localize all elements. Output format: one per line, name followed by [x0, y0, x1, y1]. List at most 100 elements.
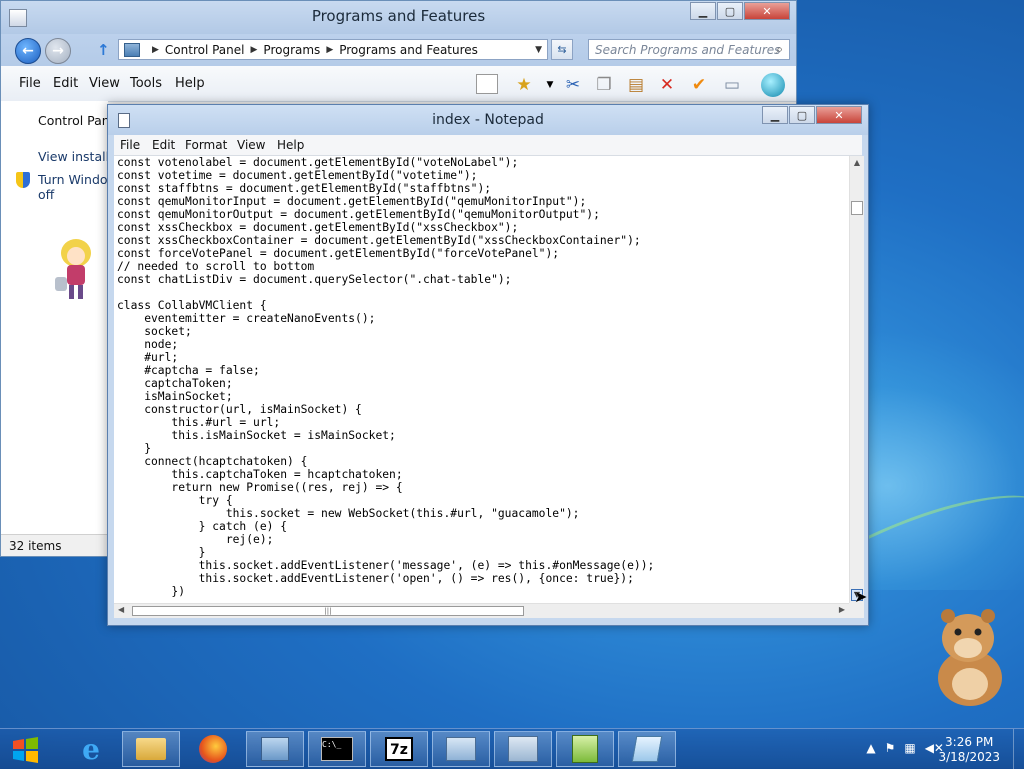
maximize-button[interactable]: ▢ — [789, 106, 815, 124]
close-button[interactable]: ✕ — [816, 106, 862, 124]
chevron-down-icon[interactable]: ▼ — [535, 45, 542, 55]
notepad-caption-buttons: ▁ ▢ ✕ — [761, 106, 862, 124]
address-bar[interactable]: ▶ Control Panel ▶ Programs ▶ Programs an… — [118, 39, 548, 60]
maximize-button[interactable]: ▢ — [717, 2, 743, 20]
breadcrumb-control-panel[interactable]: Control Panel — [165, 43, 245, 57]
code-line: const qemuMonitorInput = document.getEle… — [117, 195, 587, 208]
breadcrumb-programs-features[interactable]: Programs and Features — [339, 43, 478, 57]
mascot-girl-icon — [55, 239, 91, 299]
breadcrumb-programs[interactable]: Programs — [263, 43, 320, 57]
menu-help[interactable]: Help — [277, 138, 304, 152]
notepad-text-area[interactable]: const votenolabel = document.getElementB… — [114, 156, 849, 603]
properties-icon[interactable]: ▭ — [721, 74, 743, 96]
horizontal-scroll-thumb[interactable]: ||| — [132, 606, 524, 616]
cp-window-title: Programs and Features — [311, 7, 486, 25]
refresh-button[interactable]: ⇆ — [551, 39, 573, 60]
code-line: const xssCheckboxContainer = document.ge… — [117, 234, 641, 247]
code-line: connect(hcaptchatoken) { — [117, 455, 308, 468]
code-line: const xssCheckbox = document.getElementB… — [117, 221, 519, 234]
cp-caption-buttons: ▁ ▢ ✕ — [689, 2, 790, 20]
horizontal-scrollbar[interactable]: ◀ ||| ▶ — [114, 603, 849, 618]
scroll-right-arrow-icon[interactable]: ▶ — [839, 605, 845, 614]
notepad-titlebar[interactable]: index - Notepad ▁ ▢ ✕ — [108, 105, 868, 135]
code-line: rej(e); — [117, 533, 274, 546]
menu-edit[interactable]: Edit — [152, 138, 175, 152]
search-icon[interactable]: ⌕ — [776, 42, 783, 57]
network-status-icon[interactable]: ▦ — [904, 741, 915, 755]
code-line: class CollabVMClient { — [117, 299, 267, 312]
system-clock[interactable]: 3:26 PM 3/18/2023 — [938, 735, 1000, 765]
command-prompt-icon[interactable]: C:\_ — [308, 731, 366, 767]
action-center-flag-icon[interactable]: ⚑ — [885, 741, 896, 755]
vertical-scrollbar[interactable]: ▲ ▼ — [849, 156, 864, 603]
menu-view[interactable]: View — [89, 76, 120, 91]
menu-view[interactable]: View — [237, 138, 265, 152]
menu-tools[interactable]: Tools — [130, 76, 162, 91]
clock-date: 3/18/2023 — [938, 750, 1000, 764]
copy-icon[interactable]: ❐ — [593, 74, 615, 96]
show-desktop-button[interactable] — [1013, 729, 1024, 769]
control-panel-icon — [124, 42, 140, 57]
notepad-window[interactable]: index - Notepad ▁ ▢ ✕ File Edit Format V… — [107, 104, 869, 626]
cut-icon[interactable]: ✂ — [562, 74, 584, 96]
turn-windows-features-link-cont[interactable]: off — [38, 187, 54, 202]
code-line: constructor(url, isMainSocket) { — [117, 403, 362, 416]
chevron-right-icon: ▶ — [250, 44, 258, 55]
firefox-icon[interactable] — [184, 731, 242, 767]
scroll-up-arrow-icon[interactable]: ▲ — [850, 158, 864, 172]
minimize-button[interactable]: ▁ — [762, 106, 788, 124]
code-line: #url; — [117, 351, 179, 364]
chevron-down-icon[interactable]: ▼ — [539, 74, 561, 96]
code-line: }) — [117, 585, 186, 598]
code-line: const forceVotePanel = document.getEleme… — [117, 247, 560, 260]
layout-icon[interactable] — [476, 74, 498, 94]
menu-help[interactable]: Help — [175, 76, 205, 91]
favorites-folder-icon[interactable]: ★ — [513, 74, 535, 96]
notepad-plus-plus-icon[interactable] — [556, 731, 614, 767]
menu-format[interactable]: Format — [185, 138, 227, 152]
minimize-button[interactable]: ▁ — [690, 2, 716, 20]
internet-explorer-icon[interactable]: e — [62, 731, 120, 767]
search-input[interactable]: Search Programs and Features ⌕ — [588, 39, 790, 60]
code-line: return new Promise((res, rej) => { — [117, 481, 403, 494]
menu-edit[interactable]: Edit — [53, 76, 78, 91]
turn-windows-features-link[interactable]: Turn Window — [38, 172, 118, 187]
show-hidden-icons-icon[interactable]: ▲ — [866, 741, 875, 755]
vertical-scroll-thumb[interactable] — [851, 201, 863, 215]
globe-icon[interactable] — [761, 73, 785, 97]
paste-icon[interactable]: ▤ — [625, 74, 647, 96]
code-line: const chatListDiv = document.querySelect… — [117, 273, 512, 286]
file-explorer-icon[interactable] — [122, 731, 180, 767]
notepad-menubar: File Edit Format View Help — [114, 135, 862, 156]
code-line: this.socket.addEventListener('message', … — [117, 559, 655, 572]
code-line: const votetime = document.getElementById… — [117, 169, 478, 182]
checkmark-icon[interactable]: ✔ — [688, 74, 710, 96]
forward-arrow-icon[interactable]: → — [45, 38, 71, 64]
cp-titlebar[interactable]: Programs and Features ▁ ▢ ✕ — [1, 1, 796, 34]
code-line: // needed to scroll to bottom — [117, 260, 315, 273]
menu-file[interactable]: File — [19, 76, 41, 91]
back-arrow-icon[interactable]: ← — [15, 38, 41, 64]
menu-file[interactable]: File — [120, 138, 140, 152]
network-icon[interactable] — [494, 731, 552, 767]
mouse-pointer-icon: ➤ — [854, 587, 868, 606]
delete-icon[interactable]: ✕ — [656, 74, 678, 96]
notepad-window-title: index - Notepad — [432, 112, 544, 128]
close-button[interactable]: ✕ — [744, 2, 790, 20]
code-line: captchaToken; — [117, 377, 233, 390]
scroll-left-arrow-icon[interactable]: ◀ — [118, 605, 124, 614]
taskbar: e C:\_ 7z ▲ ⚑ ▦ ◀✕ 3:26 PM 3/18/2023 — [0, 728, 1024, 769]
search-placeholder: Search Programs and Features — [595, 43, 781, 57]
code-line: this.captchaToken = hcaptchatoken; — [117, 468, 403, 481]
hamster-mascot-icon — [938, 609, 1002, 706]
code-line: const votenolabel = document.getElementB… — [117, 156, 519, 169]
7-zip-icon[interactable]: 7z — [370, 731, 428, 767]
code-line: } — [117, 546, 206, 559]
code-line: try { — [117, 494, 233, 507]
control-panel-icon[interactable] — [246, 731, 304, 767]
cp-navigation-bar: ← → ↑ ▶ Control Panel ▶ Programs ▶ Progr… — [1, 34, 796, 66]
up-arrow-icon[interactable]: ↑ — [97, 41, 110, 59]
notepad-icon[interactable] — [618, 731, 676, 767]
windows-start-icon[interactable] — [8, 735, 44, 765]
task-manager-icon[interactable] — [432, 731, 490, 767]
